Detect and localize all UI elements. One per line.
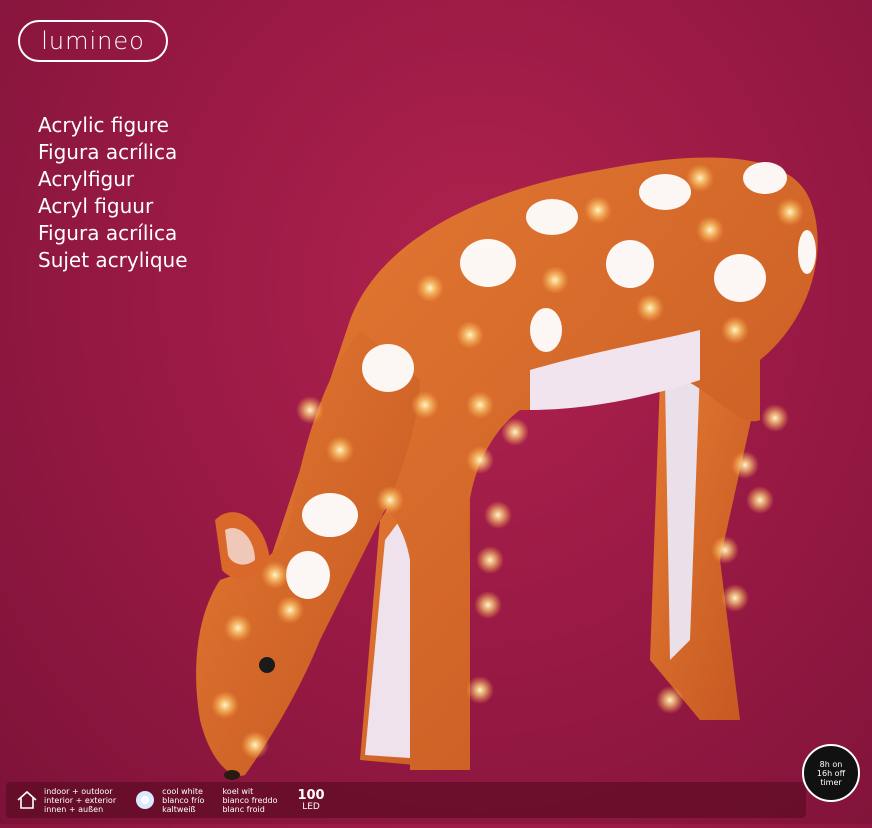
- feature-color-line: cool white: [162, 786, 203, 796]
- feature-bar: indoor + outdoor interior + exterior inn…: [6, 782, 806, 818]
- feature-color-line: blanc froid: [222, 804, 265, 814]
- feature-color-line: koel wit: [222, 786, 254, 796]
- led-count-number: 100: [297, 787, 325, 803]
- timer-line: 16h off: [816, 768, 846, 778]
- house-icon: [17, 790, 37, 809]
- led-count: 100 LED: [297, 789, 324, 812]
- feature-light-color-translations: koel wit bianco freddo blanc froid: [222, 787, 277, 814]
- bulb-icon: [136, 791, 155, 809]
- feature-color-line: kaltweiß: [162, 804, 196, 814]
- feature-color-line: blanco frío: [162, 795, 205, 805]
- deer-figure-illustration: [0, 0, 872, 824]
- feature-light-color: cool white blanco frío kaltweiß: [134, 787, 204, 814]
- deer-figure-svg: [196, 157, 818, 780]
- feature-color-line: bianco freddo: [222, 795, 278, 805]
- feature-usage-line: interior + exterior: [44, 795, 117, 805]
- timer-badge: 8h on 16h off timer: [802, 744, 860, 802]
- timer-line: 8h on: [819, 759, 843, 769]
- feature-usage-line: indoor + outdoor: [44, 786, 113, 796]
- feature-usage: indoor + outdoor interior + exterior inn…: [16, 787, 116, 814]
- timer-line: timer: [820, 777, 842, 787]
- feature-usage-line: innen + außen: [44, 804, 104, 814]
- led-count-unit: LED: [302, 801, 320, 812]
